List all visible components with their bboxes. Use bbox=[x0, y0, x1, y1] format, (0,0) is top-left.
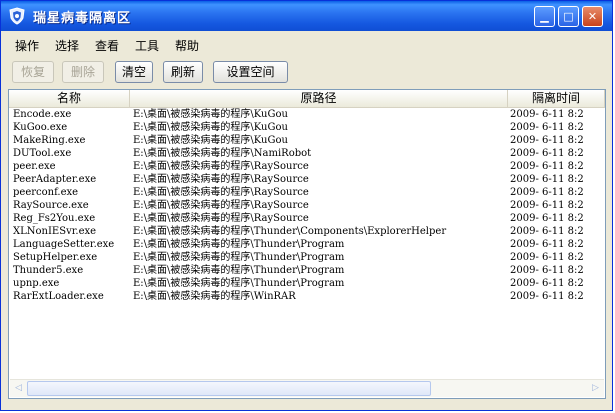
cell-name: Thunder5.exe bbox=[13, 265, 84, 276]
cell-time: 2009- 6-11 8:2 bbox=[510, 174, 584, 185]
quarantine-window: 瑞星病毒隔离区 ▁ □ ✕ 操作 选择 查看 工具 帮助 恢复 删除 清空 刷新… bbox=[0, 0, 613, 411]
menu-select[interactable]: 选择 bbox=[55, 37, 79, 54]
cell-name: Encode.exe bbox=[13, 109, 72, 120]
cell-path: E:\桌面\被感染病毒的程序\RaySource bbox=[133, 161, 309, 172]
cell-path: E:\桌面\被感染病毒的程序\RaySource bbox=[133, 213, 309, 224]
cell-path: E:\桌面\被感染病毒的程序\Thunder\Program bbox=[133, 265, 345, 276]
cell-time: 2009- 6-11 8:2 bbox=[510, 213, 584, 224]
cell-path: E:\桌面\被感染病毒的程序\KuGou bbox=[133, 135, 288, 146]
cell-time: 2009- 6-11 8:2 bbox=[510, 291, 584, 302]
cell-name: LanguageSetter.exe bbox=[13, 239, 115, 250]
table-row[interactable]: SetupHelper.exe E:\桌面\被感染病毒的程序\Thunder\Pr… bbox=[9, 251, 605, 264]
rising-shield-icon bbox=[9, 7, 25, 25]
cell-name: Reg_Fs2You.exe bbox=[13, 213, 96, 224]
cell-time: 2009- 6-11 8:2 bbox=[510, 161, 584, 172]
cell-name: RarExtLoader.exe bbox=[13, 291, 104, 302]
toolbar: 恢复 删除 清空 刷新 设置空间 bbox=[1, 56, 612, 88]
cell-time: 2009- 6-11 8:2 bbox=[510, 122, 584, 133]
cell-path: E:\桌面\被感染病毒的程序\Thunder\Program bbox=[133, 239, 345, 250]
menu-tools[interactable]: 工具 bbox=[135, 37, 159, 54]
cell-path: E:\桌面\被感染病毒的程序\Thunder\Program bbox=[133, 278, 345, 289]
cell-name: RaySource.exe bbox=[13, 200, 89, 211]
scroll-right-icon[interactable]: ▷ bbox=[588, 381, 603, 396]
cell-name: peerconf.exe bbox=[13, 187, 79, 198]
table-row[interactable]: MakeRing.exe E:\桌面\被感染病毒的程序\KuGou 2009- 6-… bbox=[9, 134, 605, 147]
window-title: 瑞星病毒隔离区 bbox=[33, 11, 132, 26]
cell-time: 2009- 6-11 8:2 bbox=[510, 278, 584, 289]
cell-path: E:\桌面\被感染病毒的程序\RaySource bbox=[133, 200, 309, 211]
restore-button[interactable]: 恢复 bbox=[12, 61, 54, 83]
table-row[interactable]: peerconf.exe E:\桌面\被感染病毒的程序\RaySource 2009… bbox=[9, 186, 605, 199]
settings-space-button[interactable]: 设置空间 bbox=[213, 61, 288, 83]
scroll-thumb[interactable] bbox=[27, 381, 431, 396]
cell-name: peer.exe bbox=[13, 161, 56, 172]
table-row[interactable]: PeerAdapter.exe E:\桌面\被感染病毒的程序\RaySource 2… bbox=[9, 173, 605, 186]
list-header: 名称 原路径 隔离时间 bbox=[9, 90, 605, 108]
cell-time: 2009- 6-11 8:2 bbox=[510, 200, 584, 211]
table-row[interactable]: Thunder5.exe E:\桌面\被感染病毒的程序\Thunder\Progr… bbox=[9, 264, 605, 277]
horizontal-scrollbar[interactable]: ◁ ▷ bbox=[10, 379, 604, 397]
cell-name: KuGoo.exe bbox=[13, 122, 68, 133]
cell-name: upnp.exe bbox=[13, 278, 60, 289]
table-row[interactable]: DUTool.exe E:\桌面\被感染病毒的程序\NamiRobot 2009- … bbox=[9, 147, 605, 160]
table-row[interactable]: RarExtLoader.exe E:\桌面\被感染病毒的程序\WinRAR 200… bbox=[9, 290, 605, 303]
cell-time: 2009- 6-11 8:2 bbox=[510, 148, 584, 159]
scroll-left-icon[interactable]: ◁ bbox=[11, 381, 26, 396]
table-row[interactable]: KuGoo.exe E:\桌面\被感染病毒的程序\KuGou 2009- 6-11 … bbox=[9, 121, 605, 134]
cell-name: XLNonIESvr.exe bbox=[13, 226, 97, 237]
cell-name: SetupHelper.exe bbox=[13, 252, 98, 263]
menu-bar: 操作 选择 查看 工具 帮助 bbox=[1, 31, 612, 56]
cell-path: E:\桌面\被感染病毒的程序\KuGou bbox=[133, 109, 288, 120]
maximize-button[interactable]: □ bbox=[558, 6, 579, 27]
table-row[interactable]: peer.exe E:\桌面\被感染病毒的程序\RaySource 2009- 6-… bbox=[9, 160, 605, 173]
cell-time: 2009- 6-11 8:2 bbox=[510, 109, 584, 120]
column-header-path[interactable]: 原路径 bbox=[130, 90, 508, 107]
refresh-button[interactable]: 刷新 bbox=[163, 61, 203, 83]
cell-name: MakeRing.exe bbox=[13, 135, 86, 146]
cell-time: 2009- 6-11 8:2 bbox=[510, 252, 584, 263]
table-row[interactable]: Encode.exe E:\桌面\被感染病毒的程序\KuGou 2009- 6-11… bbox=[9, 108, 605, 121]
cell-path: E:\桌面\被感染病毒的程序\RaySource bbox=[133, 174, 309, 185]
cell-time: 2009- 6-11 8:2 bbox=[510, 187, 584, 198]
cell-path: E:\桌面\被感染病毒的程序\WinRAR bbox=[133, 291, 296, 302]
close-button[interactable]: ✕ bbox=[582, 6, 603, 27]
column-header-name[interactable]: 名称 bbox=[9, 90, 130, 107]
column-header-time[interactable]: 隔离时间 bbox=[508, 90, 605, 107]
table-row[interactable]: RaySource.exe E:\桌面\被感染病毒的程序\RaySource 200… bbox=[9, 199, 605, 212]
title-bar[interactable]: 瑞星病毒隔离区 ▁ □ ✕ bbox=[1, 1, 612, 31]
cell-time: 2009- 6-11 8:2 bbox=[510, 239, 584, 250]
table-row[interactable]: upnp.exe E:\桌面\被感染病毒的程序\Thunder\Program 20… bbox=[9, 277, 605, 290]
cell-path: E:\桌面\被感染病毒的程序\Thunder\Program bbox=[133, 252, 345, 263]
list-rows: Encode.exe E:\桌面\被感染病毒的程序\KuGou 2009- 6-11… bbox=[9, 108, 605, 303]
menu-view[interactable]: 查看 bbox=[95, 37, 119, 54]
cell-path: E:\桌面\被感染病毒的程序\NamiRobot bbox=[133, 148, 312, 159]
cell-path: E:\桌面\被感染病毒的程序\RaySource bbox=[133, 187, 309, 198]
cell-time: 2009- 6-11 8:2 bbox=[510, 265, 584, 276]
table-row[interactable]: LanguageSetter.exe E:\桌面\被感染病毒的程序\Thunder… bbox=[9, 238, 605, 251]
cell-path: E:\桌面\被感染病毒的程序\KuGou bbox=[133, 122, 288, 133]
cell-name: PeerAdapter.exe bbox=[13, 174, 97, 185]
menu-operation[interactable]: 操作 bbox=[15, 37, 39, 54]
cell-name: DUTool.exe bbox=[13, 148, 72, 159]
table-row[interactable]: XLNonIESvr.exe E:\桌面\被感染病毒的程序\Thunder\Com… bbox=[9, 225, 605, 238]
cell-path: E:\桌面\被感染病毒的程序\Thunder\Components\Explor… bbox=[133, 226, 447, 237]
minimize-button[interactable]: ▁ bbox=[534, 6, 555, 27]
cell-time: 2009- 6-11 8:2 bbox=[510, 226, 584, 237]
table-row[interactable]: Reg_Fs2You.exe E:\桌面\被感染病毒的程序\RaySource 20… bbox=[9, 212, 605, 225]
delete-button[interactable]: 删除 bbox=[62, 61, 104, 83]
quarantine-list[interactable]: 名称 原路径 隔离时间 Encode.exe E:\桌面\被感染病毒的程序\KuG… bbox=[8, 89, 606, 399]
menu-help[interactable]: 帮助 bbox=[175, 37, 199, 54]
cell-time: 2009- 6-11 8:2 bbox=[510, 135, 584, 146]
clear-button[interactable]: 清空 bbox=[115, 61, 153, 83]
